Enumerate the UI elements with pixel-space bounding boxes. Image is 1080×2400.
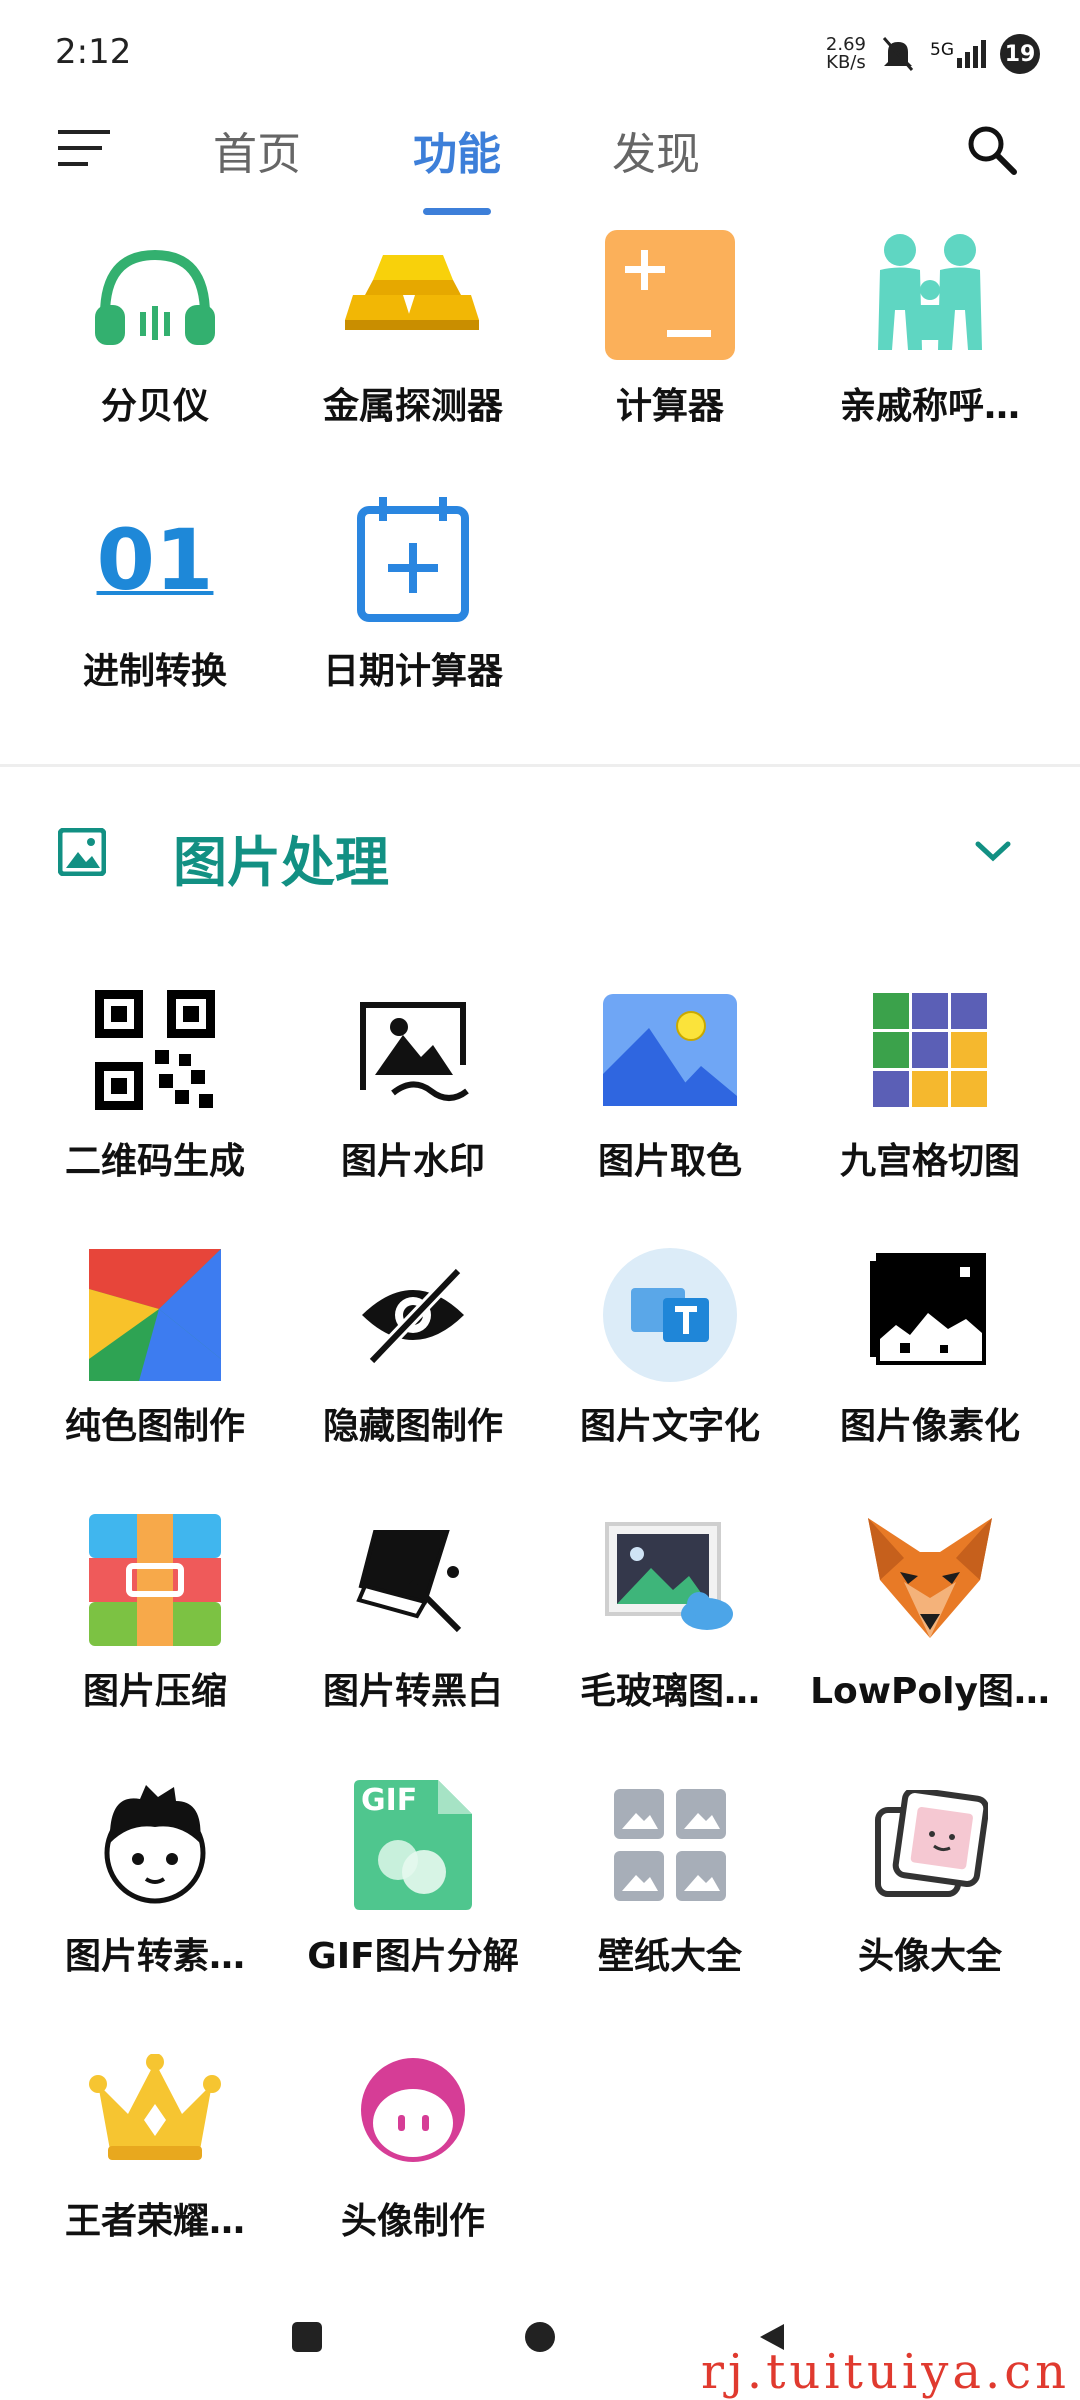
eye-off-icon	[362, 1266, 464, 1365]
section-divider	[0, 764, 1080, 767]
tool-image-to-text[interactable]: 图片文字化	[540, 1245, 800, 1449]
tool-label: 图片压缩	[82, 1671, 227, 1712]
section-title: 图片处理	[173, 831, 389, 894]
tool-color-picker[interactable]: 图片取色	[540, 980, 800, 1184]
tool-label: 图片取色	[597, 1141, 742, 1182]
tool-label: 二维码生成	[64, 1141, 245, 1182]
tool-calculator[interactable]: 计算器	[540, 225, 800, 429]
gif-glyph: GIF	[361, 1783, 418, 1818]
tool-solid-color[interactable]: 纯色图制作	[25, 1245, 285, 1449]
watermark-image-icon	[360, 1002, 469, 1101]
recent-apps-button[interactable]	[292, 2322, 322, 2352]
qr-code-icon	[95, 990, 215, 1110]
chevron-down-icon[interactable]	[972, 836, 1014, 866]
tool-nine-grid[interactable]: 九宫格切图	[800, 980, 1060, 1184]
pixel-image-icon	[870, 1253, 986, 1365]
wallpaper-grid-icon	[614, 1789, 726, 1901]
tab-home[interactable]: 首页	[213, 118, 301, 182]
tool-black-white[interactable]: 图片转黑白	[283, 1510, 543, 1714]
tool-label: 图片水印	[340, 1141, 485, 1182]
tool-avatar-maker[interactable]: 头像制作	[283, 2040, 543, 2244]
binary-icon: 01	[85, 490, 225, 630]
tool-label: 头像大全	[857, 1936, 1002, 1977]
tool-pixelate[interactable]: 图片像素化	[800, 1245, 1060, 1449]
mute-bell-icon	[882, 37, 914, 71]
picture-cloud-icon	[605, 1522, 733, 1630]
tab-features[interactable]: 功能	[413, 118, 501, 182]
tool-label: 图片像素化	[839, 1406, 1020, 1447]
tool-label: 隐藏图制作	[322, 1406, 503, 1447]
tool-label: 分贝仪	[100, 386, 209, 427]
image-text-icon	[603, 1248, 737, 1382]
compress-archive-icon	[89, 1514, 221, 1646]
tool-base-convert[interactable]: 01 进制转换	[25, 490, 285, 694]
tool-label: 图片转素…	[64, 1936, 245, 1977]
tool-decibel[interactable]: 分贝仪	[25, 225, 285, 429]
color-blocks-icon	[89, 1249, 221, 1381]
tool-avatars[interactable]: 头像大全	[800, 1775, 1060, 1979]
tool-qr-code[interactable]: 二维码生成	[25, 980, 285, 1184]
tool-label: 亲戚称呼…	[839, 386, 1020, 427]
tool-label: 日期计算器	[322, 651, 503, 692]
tool-gif-split[interactable]: GIF GIF图片分解	[283, 1775, 543, 1979]
tool-label: 金属探测器	[322, 386, 503, 427]
network-type: 5G	[930, 40, 954, 60]
search-icon[interactable]	[966, 124, 1018, 176]
tool-label: 壁纸大全	[597, 1936, 742, 1977]
calendar-add-icon	[357, 497, 469, 622]
paint-bucket-icon	[356, 1530, 462, 1633]
avatar-maker-icon	[361, 2058, 465, 2162]
gold-bars-icon	[345, 255, 479, 330]
tool-label: 图片文字化	[579, 1406, 760, 1447]
tool-relatives[interactable]: 亲戚称呼…	[800, 225, 1060, 429]
tool-label: 王者荣耀…	[64, 2201, 245, 2242]
tool-label: GIF图片分解	[307, 1936, 519, 1977]
image-section-icon	[58, 828, 106, 876]
tool-honor-of-kings[interactable]: 王者荣耀…	[25, 2040, 285, 2244]
site-watermark: rj.tuituiya.cn	[701, 2344, 1070, 2400]
network-speed-unit: KB/s	[826, 52, 866, 73]
nine-grid-icon	[873, 993, 987, 1107]
binary-glyph: 01	[96, 511, 214, 609]
signal-icon: 5G	[930, 40, 986, 68]
calculator-icon	[605, 230, 735, 360]
tool-date-calculator[interactable]: 日期计算器	[283, 490, 543, 694]
tool-metal-detector[interactable]: 金属探测器	[283, 225, 543, 429]
status-icons: 2.69 KB/s 5G 19	[826, 30, 1040, 78]
status-time: 2:12	[55, 32, 132, 72]
tool-label: 九宫格切图	[839, 1141, 1020, 1182]
tool-label: 进制转换	[82, 651, 227, 692]
tool-image-watermark[interactable]: 图片水印	[283, 980, 543, 1184]
tool-label: 计算器	[615, 386, 724, 427]
tool-label: 纯色图制作	[64, 1406, 245, 1447]
active-tab-indicator	[423, 208, 491, 215]
landscape-icon	[603, 994, 737, 1106]
tool-label: 图片转黑白	[322, 1671, 503, 1712]
family-icon	[878, 234, 982, 350]
tool-frosted-glass[interactable]: 毛玻璃图…	[540, 1510, 800, 1714]
tool-label: 头像制作	[340, 2201, 485, 2242]
tool-lowpoly[interactable]: LowPoly图…	[800, 1510, 1060, 1714]
tool-hidden-image[interactable]: 隐藏图制作	[283, 1245, 543, 1449]
avatar-cards-icon	[875, 1790, 988, 1897]
battery-badge: 19	[1000, 34, 1040, 74]
headphones-icon	[95, 249, 215, 345]
tool-compress[interactable]: 图片压缩	[25, 1510, 285, 1714]
menu-icon[interactable]	[58, 128, 110, 168]
tab-discover[interactable]: 发现	[612, 118, 700, 182]
tool-label: LowPoly图…	[810, 1671, 1050, 1712]
sketch-face-icon	[104, 1785, 206, 1904]
tool-wallpapers[interactable]: 壁纸大全	[540, 1775, 800, 1979]
tool-label: 毛玻璃图…	[579, 1671, 760, 1712]
tool-sketch[interactable]: 图片转素…	[25, 1775, 285, 1979]
network-speed: 2.69 KB/s	[826, 36, 866, 72]
crown-icon	[89, 2054, 221, 2160]
home-button[interactable]	[525, 2322, 555, 2352]
fox-icon	[868, 1518, 992, 1638]
